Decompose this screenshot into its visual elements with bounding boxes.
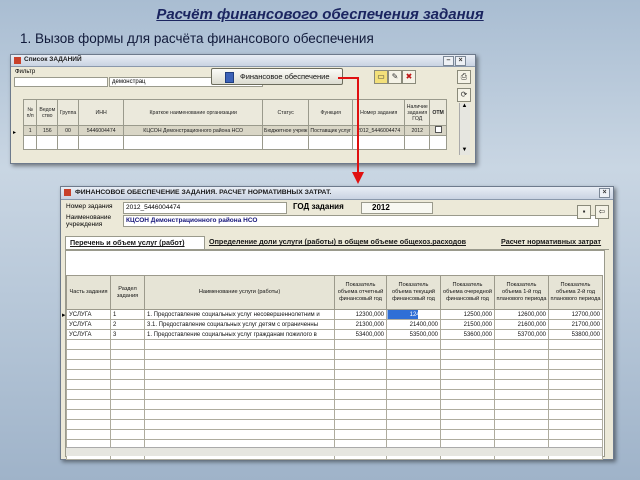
filter-combo[interactable] [14,77,108,87]
column-header[interactable]: Наименование услуги (работы) [144,275,335,310]
task-number-label: Номер задания [66,203,113,210]
close-button[interactable]: × [455,56,466,66]
table-row[interactable]: УСЛУГА 2 3.1. Предоставление социальных … [66,319,603,330]
tab-normative-costs[interactable]: Расчет нормативных затрат [497,236,615,248]
table-cell[interactable]: 21500,000 [440,319,495,330]
table-cell[interactable]: 12500,000 [440,309,495,320]
table-cell[interactable]: 5446004474 [77,125,125,136]
title-bar: Список ЗАДАНИЙ – × [11,55,475,67]
table-cell[interactable]: 53700,000 [494,329,549,340]
column-header[interactable]: Показатель объема 2-й год планового пери… [548,275,603,310]
year-field[interactable]: 2012 [361,202,433,214]
table-cell[interactable]: 3 [110,329,145,340]
table-cell[interactable]: 1. Предоставление социальных услуг несов… [144,309,335,320]
close-button[interactable]: × [599,188,610,198]
filter-label: Фильтр [15,69,36,75]
column-header[interactable]: Наличие задания ГОД [404,99,431,126]
table-cell[interactable]: 3.1. Предоставление социальных услуг дет… [144,319,335,330]
task-table: № п/п Ведом ство Группа ИНН Краткое наим… [22,99,447,150]
app-icon [14,57,21,64]
task-number-field[interactable]: 2012_5446004474 [123,202,287,214]
fin-support-window: ФИНАНСОВОЕ ОБЕСПЕЧЕНИЕ ЗАДАНИЯ. РАСЧЕТ Н… [60,186,614,460]
grid-area: Часть задания Раздел задания Наименовани… [62,250,605,460]
table-cell[interactable]: 21400,000 [386,319,441,330]
delete-icon[interactable]: ✖ [402,70,416,84]
table-cell[interactable]: 12300,000 [334,309,387,320]
table-row[interactable]: УСЛУГА 1 1. Предоставление социальных ус… [66,309,603,320]
table-cell[interactable]: КЦСОН Демонстрационного района НСО [123,125,264,136]
otm-checkbox[interactable] [429,125,447,136]
edit-icon[interactable]: ✎ [388,70,402,84]
org-field[interactable]: КЦСОН Демонстрационного района НСО [123,215,599,227]
table-cell[interactable]: 2012 [404,125,431,136]
column-header[interactable]: ОТМ [429,99,447,126]
scroll-up-icon[interactable]: ▲ [460,103,469,109]
slide-title: Расчёт финансового обеспечения задания [156,6,484,23]
tab-strip: Перечень и объем услуг (работ) Определен… [65,236,609,250]
org-label: Наименование учреждения [66,214,112,228]
task-list-window: Список ЗАДАНИЙ – × Фильтр демонстрац Фин… [10,54,476,164]
red-arrow [338,77,364,184]
year-label: ГОД задания [293,202,344,211]
save-icon[interactable]: ▪ [577,205,591,219]
table-cell[interactable]: 21600,000 [494,319,549,330]
refresh-icon[interactable]: ⟳ [457,88,471,102]
table-cell[interactable]: 21700,000 [548,319,603,330]
column-header[interactable]: Ведом ство [36,99,59,126]
column-header[interactable]: Часть задания [66,275,111,310]
column-header[interactable]: Показатель объема очередной финансовый г… [440,275,495,310]
row-indicator-icon: ▸ [62,312,66,319]
table-cell[interactable]: 1 [22,125,38,136]
window-title: Список ЗАДАНИЙ [24,56,82,63]
selected-cell[interactable]: 12400,000 [386,309,441,320]
column-header[interactable]: ИНН [77,99,125,126]
table-cell[interactable]: 156 [36,125,59,136]
row-indicator-icon: ▸ [13,130,17,136]
table-cell[interactable]: 00 [57,125,79,136]
fin-support-button[interactable]: Финансовое обеспечение [211,68,343,85]
table-cell[interactable]: УСЛУГА [66,309,111,320]
column-header[interactable]: № п/п [22,99,38,126]
horizontal-scrollbar[interactable] [66,447,602,456]
table-cell[interactable]: УСЛУГА [66,319,111,330]
table-cell[interactable]: 53400,000 [334,329,387,340]
column-header[interactable]: Краткое наименование организации [123,99,264,126]
app-icon [64,189,71,196]
table-cell[interactable]: УСЛУГА [66,329,111,340]
scroll-down-icon[interactable]: ▼ [460,147,469,153]
table-cell[interactable]: 21300,000 [334,319,387,330]
table-row[interactable]: УСЛУГА 3 1. Предоставление социальных ус… [66,329,603,340]
column-header[interactable]: Статус [262,99,310,126]
column-header[interactable]: Показатель объема текущий финансовый год [386,275,441,310]
table-cell[interactable]: 2 [110,319,145,330]
minimize-button[interactable]: – [443,56,454,66]
print-icon[interactable]: ⎙ [457,70,471,84]
table-cell[interactable]: 12700,000 [548,309,603,320]
table-cell[interactable]: 1. Предоставление социальных услуг гражд… [144,329,335,340]
table-row[interactable]: 1 156 00 5446004474 КЦСОН Демонстрационн… [22,125,447,136]
tab-services[interactable]: Перечень и объем услуг (работ) [65,236,205,249]
table-cell[interactable]: Бюджетное учреж [262,125,310,136]
tab-share[interactable]: Определение доли услуги (работы) в общем… [205,236,495,248]
column-header[interactable]: Группа [57,99,79,126]
slide-subtitle: 1. Вызов формы для расчёта финансового о… [20,31,374,46]
column-header[interactable]: Раздел задания [110,275,145,310]
fin-support-button-label: Финансовое обеспечение [240,72,330,81]
services-table: Часть задания Раздел задания Наименовани… [66,275,603,460]
window-title: ФИНАНСОВОЕ ОБЕСПЕЧЕНИЕ ЗАДАНИЯ. РАСЧЕТ Н… [75,189,332,196]
column-header[interactable]: Показатель объема отчетный финансовый го… [334,275,387,310]
column-header[interactable]: Показатель объема 1-й год планового пери… [494,275,549,310]
table-cell[interactable]: 53500,000 [386,329,441,340]
table-cell[interactable]: 1 [110,309,145,320]
exit-icon[interactable]: ⇦ [595,205,609,219]
table-cell[interactable]: 53800,000 [548,329,603,340]
title-bar: ФИНАНСОВОЕ ОБЕСПЕЧЕНИЕ ЗАДАНИЯ. РАСЧЕТ Н… [61,187,613,200]
folder-icon[interactable]: ▭ [374,70,388,84]
document-icon [225,72,234,83]
table-cell[interactable]: 53600,000 [440,329,495,340]
table-cell[interactable]: 12600,000 [494,309,549,320]
